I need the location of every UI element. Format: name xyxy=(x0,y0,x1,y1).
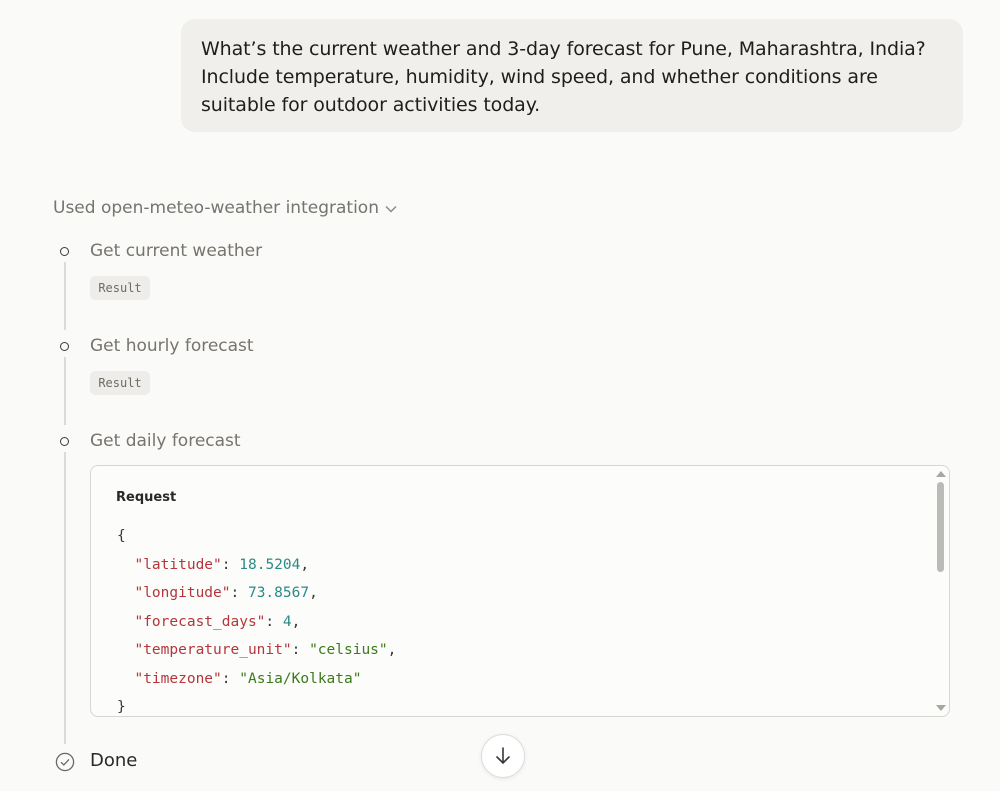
request-panel[interactable]: Request { "latitude": 18.5204, "longitud… xyxy=(90,465,950,717)
result-chip-hourly-forecast[interactable]: Result xyxy=(90,371,150,395)
request-code-block: { "latitude": 18.5204, "longitude": 73.8… xyxy=(117,528,397,715)
code-value: 4 xyxy=(282,613,292,630)
timeline-connector xyxy=(64,452,66,744)
chevron-down-icon xyxy=(385,206,397,213)
panel-scrollbar[interactable] xyxy=(933,466,949,716)
code-close-brace: } xyxy=(117,699,126,715)
scrollbar-thumb[interactable] xyxy=(937,482,944,572)
code-key: "temperature_unit" xyxy=(134,642,292,658)
code-value: "Asia/Kolkata" xyxy=(239,670,362,687)
scroll-down-arrow-icon[interactable] xyxy=(936,705,946,711)
done-label: Done xyxy=(90,750,138,771)
request-title: Request xyxy=(116,490,177,505)
check-circle-icon xyxy=(55,752,75,772)
scroll-up-arrow-icon[interactable] xyxy=(936,471,946,477)
code-key: "forecast_days" xyxy=(134,613,266,630)
step-label-current-weather: Get current weather xyxy=(90,241,263,261)
timeline-connector xyxy=(64,357,66,425)
integration-label: Used open-meteo-weather integration xyxy=(53,198,379,218)
user-message-bubble: What’s the current weather and 3-day for… xyxy=(181,19,963,132)
code-key: "latitude" xyxy=(134,556,222,573)
step-marker xyxy=(60,437,69,446)
result-chip-current-weather[interactable]: Result xyxy=(90,276,150,300)
code-value: 18.5204 xyxy=(239,556,301,573)
code-open-brace: { xyxy=(117,528,126,544)
code-key: "timezone" xyxy=(134,670,222,687)
integration-toggle[interactable]: Used open-meteo-weather integration xyxy=(53,196,397,220)
timeline-connector xyxy=(64,262,66,330)
scroll-to-bottom-button[interactable] xyxy=(481,734,525,778)
step-label-hourly-forecast: Get hourly forecast xyxy=(90,336,254,356)
arrow-down-icon xyxy=(496,747,510,764)
user-message-text: What’s the current weather and 3-day for… xyxy=(201,38,926,116)
code-key: "longitude" xyxy=(134,585,231,601)
step-marker xyxy=(60,247,69,256)
step-label-daily-forecast: Get daily forecast xyxy=(90,431,241,451)
code-value: 73.8567 xyxy=(247,585,310,601)
step-marker xyxy=(60,342,69,351)
code-value: "celsius" xyxy=(309,642,388,658)
